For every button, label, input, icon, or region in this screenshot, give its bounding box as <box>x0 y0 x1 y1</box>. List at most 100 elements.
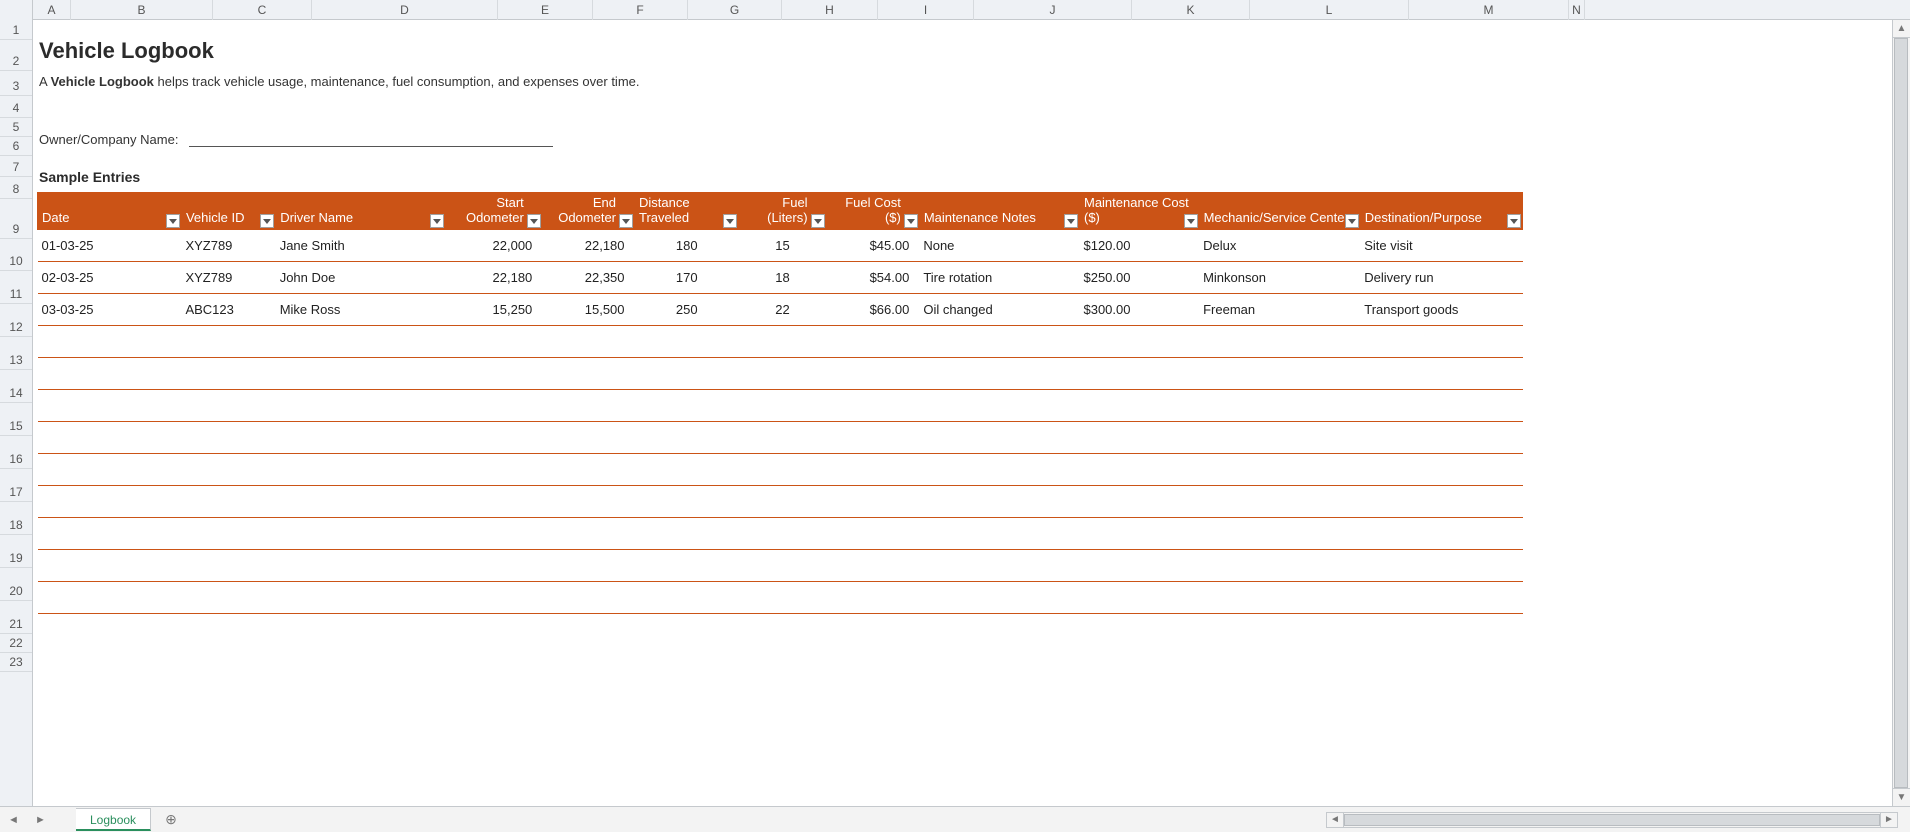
filter-dropdown-icon[interactable] <box>260 214 274 228</box>
row-header-2[interactable]: 2 <box>0 40 32 71</box>
row-header-6[interactable]: 6 <box>0 137 32 156</box>
cell-empty[interactable] <box>1199 486 1360 518</box>
col-header-L[interactable]: L <box>1250 0 1409 20</box>
filter-dropdown-icon[interactable] <box>811 214 825 228</box>
select-all-corner[interactable] <box>0 0 33 20</box>
cell-empty[interactable] <box>739 422 826 454</box>
cell-empty[interactable] <box>1199 582 1360 614</box>
cell-empty[interactable] <box>635 582 739 614</box>
table-row-empty[interactable] <box>38 390 1523 422</box>
tab-logbook[interactable]: Logbook <box>76 808 151 831</box>
cell-empty[interactable] <box>739 582 826 614</box>
col-header-maint_notes[interactable]: Maintenance Notes <box>919 193 1079 230</box>
cell-empty[interactable] <box>1079 326 1199 358</box>
cell-empty[interactable] <box>542 518 634 550</box>
cell-empty[interactable] <box>919 326 1079 358</box>
row-header-13[interactable]: 13 <box>0 337 32 370</box>
cell-empty[interactable] <box>1199 390 1360 422</box>
cell-empty[interactable] <box>1360 390 1522 422</box>
cell-empty[interactable] <box>919 358 1079 390</box>
cell-date[interactable]: 02-03-25 <box>38 262 182 294</box>
cell-empty[interactable] <box>276 486 446 518</box>
cell-empty[interactable] <box>542 550 634 582</box>
col-header-dest[interactable]: Destination/Purpose <box>1360 193 1522 230</box>
col-header-mechanic[interactable]: Mechanic/Service Center <box>1199 193 1360 230</box>
cell-empty[interactable] <box>635 486 739 518</box>
cell-empty[interactable] <box>181 454 275 486</box>
row-header-21[interactable]: 21 <box>0 601 32 634</box>
cell-empty[interactable] <box>826 326 919 358</box>
cell-empty[interactable] <box>826 518 919 550</box>
filter-dropdown-icon[interactable] <box>527 214 541 228</box>
col-header-M[interactable]: M <box>1409 0 1569 20</box>
col-header-distance[interactable]: Distance Traveled <box>635 193 739 230</box>
vscroll-track[interactable] <box>1893 38 1910 788</box>
hscroll-track[interactable] <box>1344 812 1880 828</box>
cell-notes[interactable]: Oil changed <box>919 294 1079 326</box>
cell-empty[interactable] <box>38 582 182 614</box>
cell-mechanic[interactable]: Freeman <box>1199 294 1360 326</box>
cell-fuel-cost[interactable]: $66.00 <box>826 294 919 326</box>
cell-empty[interactable] <box>276 358 446 390</box>
cell-empty[interactable] <box>635 390 739 422</box>
col-header-fuel_cost[interactable]: Fuel Cost ($) <box>826 193 919 230</box>
cell-empty[interactable] <box>276 422 446 454</box>
table-row-empty[interactable] <box>38 422 1523 454</box>
col-header-maint_cost[interactable]: Maintenance Cost ($) <box>1079 193 1199 230</box>
cell-empty[interactable] <box>276 582 446 614</box>
cell-empty[interactable] <box>181 518 275 550</box>
cell-driver[interactable]: Jane Smith <box>276 230 446 262</box>
cell-empty[interactable] <box>635 550 739 582</box>
row-header-17[interactable]: 17 <box>0 469 32 502</box>
col-header-date[interactable]: Date <box>38 193 182 230</box>
row-header-10[interactable]: 10 <box>0 239 32 271</box>
cell-empty[interactable] <box>1079 582 1199 614</box>
table-row-empty[interactable] <box>38 358 1523 390</box>
cell-dest[interactable]: Transport goods <box>1360 294 1522 326</box>
cell-empty[interactable] <box>181 390 275 422</box>
row-header-15[interactable]: 15 <box>0 403 32 436</box>
cell-empty[interactable] <box>446 550 542 582</box>
cell-fuel-cost[interactable]: $45.00 <box>826 230 919 262</box>
cell-empty[interactable] <box>826 422 919 454</box>
filter-dropdown-icon[interactable] <box>1507 214 1521 228</box>
cell-empty[interactable] <box>38 486 182 518</box>
cell-notes[interactable]: None <box>919 230 1079 262</box>
row-header-18[interactable]: 18 <box>0 502 32 535</box>
cell-fuel[interactable]: 15 <box>739 230 826 262</box>
cell-fuel[interactable]: 18 <box>739 262 826 294</box>
cell-empty[interactable] <box>446 518 542 550</box>
cell-empty[interactable] <box>542 422 634 454</box>
row-header-4[interactable]: 4 <box>0 96 32 118</box>
table-row-empty[interactable] <box>38 550 1523 582</box>
table-row-empty[interactable] <box>38 518 1523 550</box>
cell-vehicle-id[interactable]: ABC123 <box>181 294 275 326</box>
cell-empty[interactable] <box>635 326 739 358</box>
cell-empty[interactable] <box>919 390 1079 422</box>
filter-dropdown-icon[interactable] <box>1064 214 1078 228</box>
cell-empty[interactable] <box>542 486 634 518</box>
col-header-K[interactable]: K <box>1132 0 1250 20</box>
cell-empty[interactable] <box>919 454 1079 486</box>
owner-input-line[interactable] <box>189 146 553 147</box>
hscroll-left-button[interactable]: ◄ <box>1326 812 1344 828</box>
row-header-12[interactable]: 12 <box>0 304 32 337</box>
cell-empty[interactable] <box>542 582 634 614</box>
col-header-driver_name[interactable]: Driver Name <box>276 193 446 230</box>
col-header-D[interactable]: D <box>312 0 498 20</box>
cell-distance[interactable]: 180 <box>635 230 739 262</box>
cell-empty[interactable] <box>826 582 919 614</box>
table-row[interactable]: 01-03-25XYZ789Jane Smith22,00022,1801801… <box>38 230 1523 262</box>
cell-empty[interactable] <box>181 486 275 518</box>
col-header-fuel[interactable]: Fuel (Liters) <box>739 193 826 230</box>
cell-empty[interactable] <box>181 422 275 454</box>
cell-empty[interactable] <box>276 518 446 550</box>
cell-empty[interactable] <box>739 454 826 486</box>
row-header-14[interactable]: 14 <box>0 370 32 403</box>
cell-empty[interactable] <box>635 454 739 486</box>
cell-maint-cost[interactable]: $300.00 <box>1079 294 1199 326</box>
cell-empty[interactable] <box>446 582 542 614</box>
cell-empty[interactable] <box>446 358 542 390</box>
cell-empty[interactable] <box>181 550 275 582</box>
cell-end-odo[interactable]: 22,180 <box>542 230 634 262</box>
